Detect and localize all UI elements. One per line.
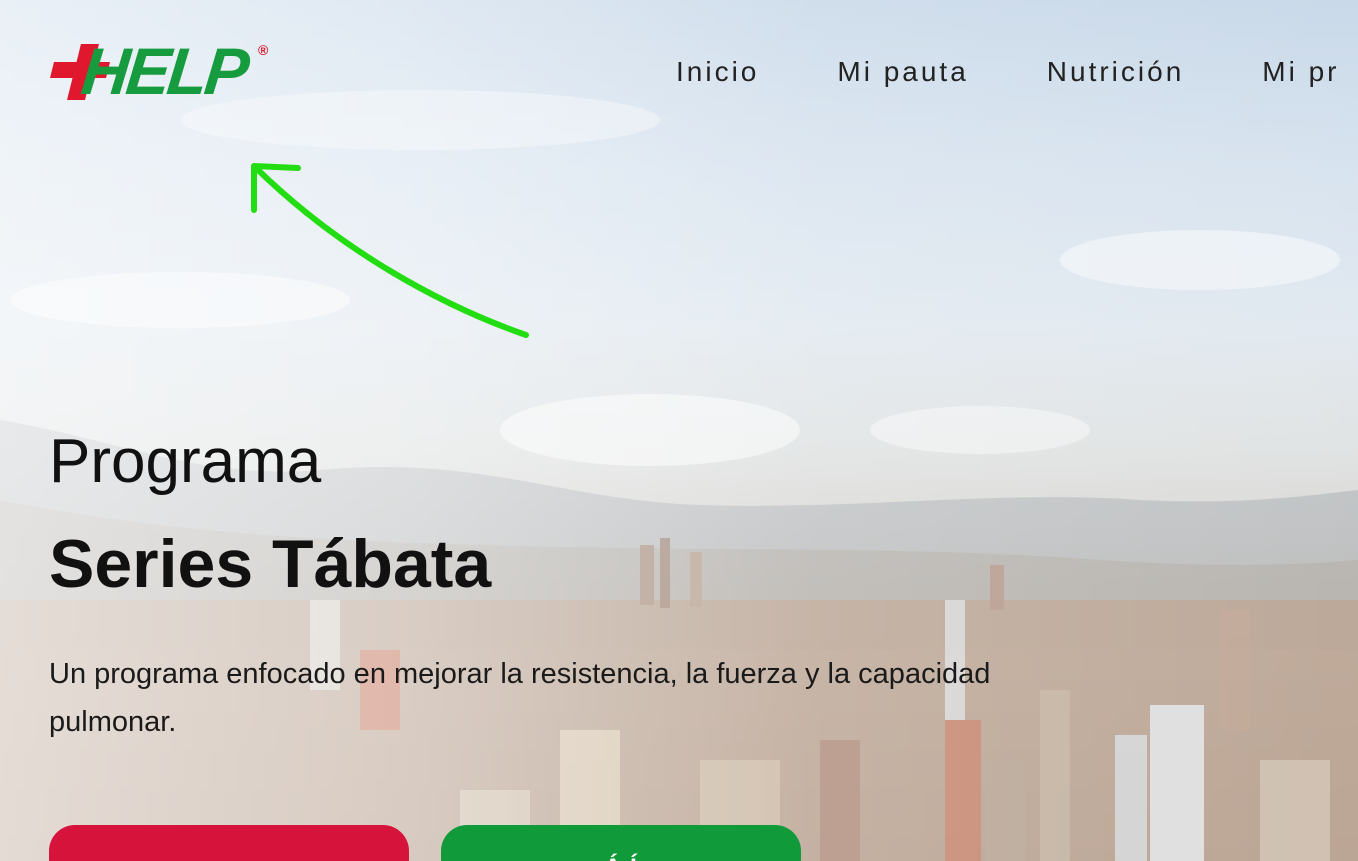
main-nav: Inicio Mi pauta Nutrición Mi pr (676, 52, 1358, 92)
secondary-cta-button[interactable]: Á Í (441, 825, 801, 861)
primary-cta-button[interactable] (49, 825, 409, 861)
site-header: HELP ® Inicio Mi pauta Nutrición Mi pr (0, 0, 1358, 140)
hero-title-bold: Series Tábata (49, 526, 492, 602)
nav-item-nutricion[interactable]: Nutrición (1047, 52, 1184, 92)
nav-item-inicio[interactable]: Inicio (676, 52, 759, 92)
registered-mark: ® (258, 42, 269, 58)
nav-item-mi-programa[interactable]: Mi pr (1262, 52, 1339, 92)
arrow-icon (251, 163, 529, 338)
nav-item-mi-pauta[interactable]: Mi pauta (837, 52, 968, 92)
logo-text: HELP (78, 34, 250, 108)
hero-description: Un programa enfocado en mejorar la resis… (49, 658, 991, 738)
help-logo[interactable]: HELP ® (50, 34, 274, 108)
hero-title-light: Programa (49, 427, 322, 496)
